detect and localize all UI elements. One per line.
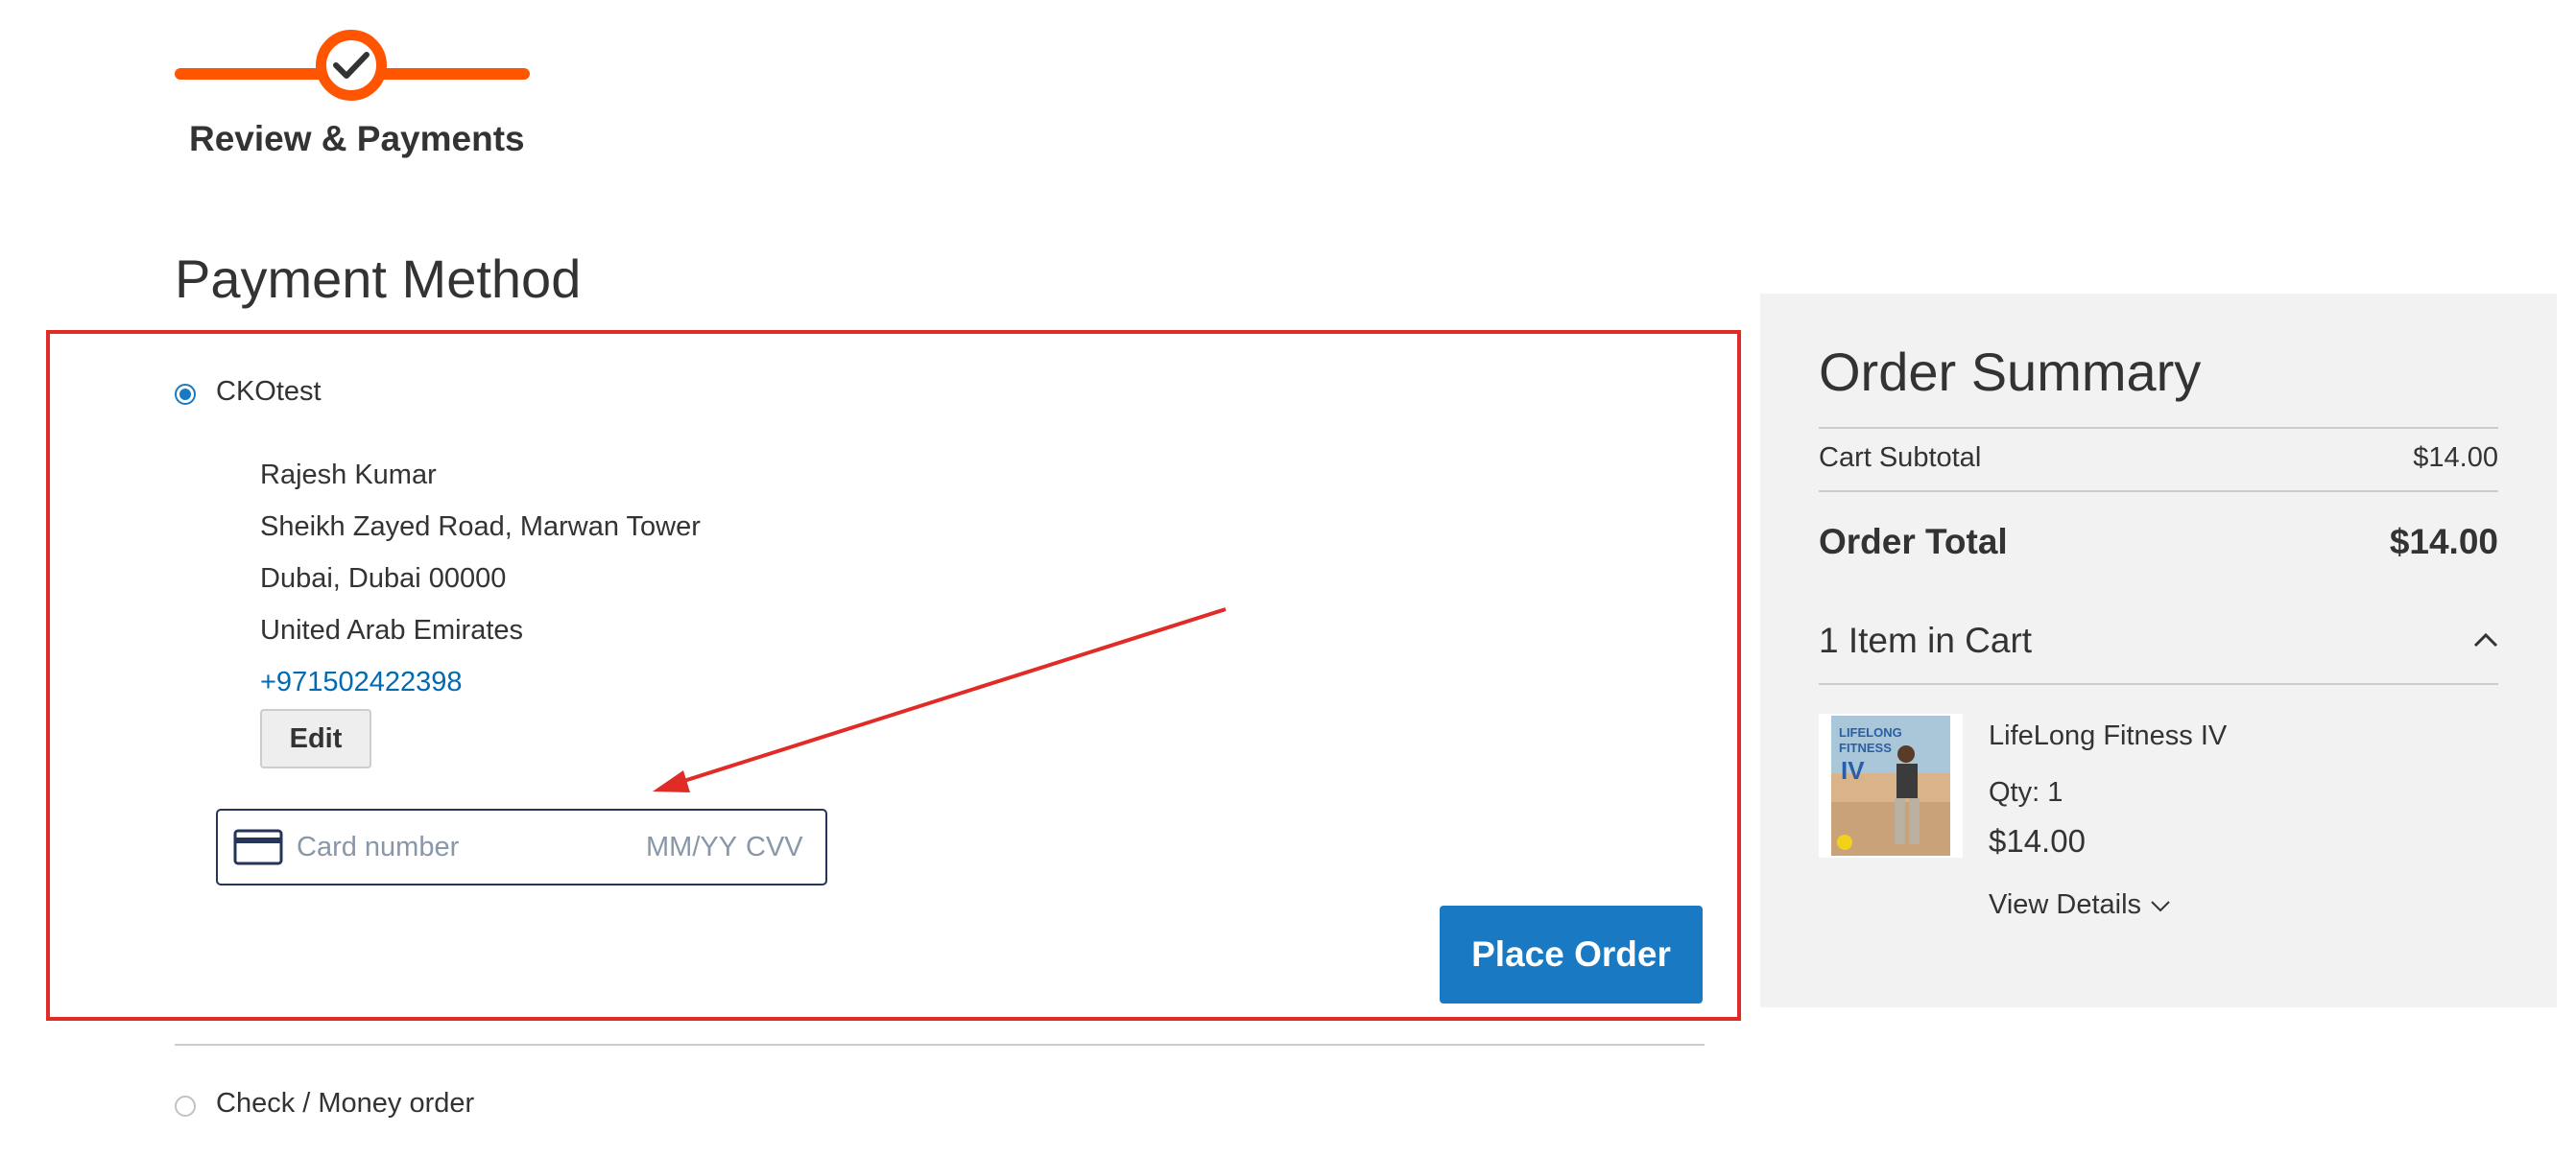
- product-qty: Qty: 1: [1989, 777, 2063, 808]
- summary-divider: [1819, 427, 2498, 429]
- product-price: $14.00: [1989, 823, 2086, 859]
- svg-text:IV: IV: [1841, 756, 1865, 785]
- cart-subtotal-value: $14.00: [2413, 442, 2498, 473]
- summary-divider: [1819, 490, 2498, 492]
- order-total-value: $14.00: [2389, 522, 2498, 561]
- cart-subtotal-label: Cart Subtotal: [1819, 442, 1982, 473]
- order-summary-title: Order Summary: [1819, 342, 2202, 402]
- chevron-up-icon[interactable]: [2473, 632, 2498, 648]
- svg-text:LIFELONG: LIFELONG: [1839, 725, 1902, 740]
- svg-text:FITNESS: FITNESS: [1839, 741, 1892, 755]
- product-image: LIFELONG FITNESS IV: [1831, 716, 1950, 856]
- chevron-down-icon[interactable]: [2150, 900, 2171, 913]
- product-name: LifeLong Fitness IV: [1989, 720, 2228, 751]
- summary-divider: [1819, 683, 2498, 685]
- product-thumbnail: LIFELONG FITNESS IV: [1819, 714, 1963, 858]
- items-in-cart-toggle[interactable]: 1 Item in Cart: [1819, 621, 2032, 661]
- view-details-toggle[interactable]: View Details: [1989, 889, 2141, 921]
- order-total-label: Order Total: [1819, 522, 2008, 561]
